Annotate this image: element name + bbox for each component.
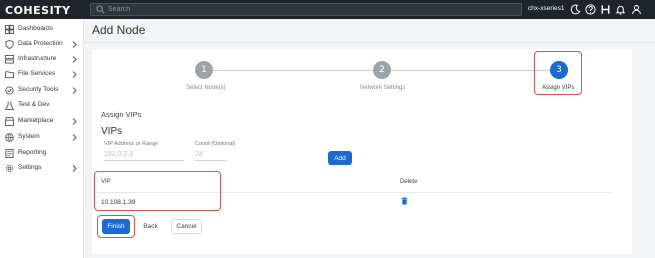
helios-icon[interactable] — [600, 4, 611, 15]
back-button[interactable]: Back — [137, 219, 164, 234]
divider — [84, 42, 655, 43]
infrastructure-icon — [5, 55, 14, 64]
sidebar-item-label: Settings — [18, 164, 42, 171]
sidebar-item-label: Test & Dev — [18, 101, 50, 108]
marketplace-icon — [5, 117, 14, 126]
reporting-icon — [5, 149, 14, 158]
section-subtitle: Assign VIPs — [101, 110, 142, 119]
search-input[interactable] — [108, 4, 508, 15]
vip-field-label: VIP Address or Range — [104, 141, 159, 147]
step-connector — [213, 70, 373, 71]
testdev-icon — [5, 101, 14, 110]
top-bar: COHESITY chx-xseries1 — [0, 0, 655, 19]
help-icon[interactable] — [585, 4, 596, 15]
step-connector — [391, 70, 550, 71]
search-icon — [96, 5, 105, 14]
sidebar-item-marketplace[interactable]: Marketplace — [0, 114, 84, 129]
sidebar-item-security-tools[interactable]: Security Tools — [0, 83, 84, 98]
sidebar-item-test-dev[interactable]: Test & Dev — [0, 98, 84, 113]
chevron-right-icon — [72, 134, 77, 141]
gear-icon — [5, 164, 14, 173]
sidebar-item-data-protection[interactable]: Data Protection — [0, 37, 84, 52]
chevron-right-icon — [72, 71, 77, 78]
security-icon — [5, 86, 14, 95]
search-box[interactable] — [90, 3, 522, 16]
highlight-box — [534, 51, 582, 95]
shield-icon — [5, 40, 14, 49]
chevron-right-icon — [72, 118, 77, 125]
sidebar-item-label: Marketplace — [18, 117, 54, 124]
page-title: Add Node — [92, 23, 146, 37]
chevron-right-icon — [72, 87, 77, 94]
chevron-right-icon — [72, 41, 77, 48]
sidebar-item-label: Data Protection — [18, 40, 63, 47]
step-1-circle[interactable]: 1 — [195, 61, 213, 79]
section-title: VIPs — [101, 126, 123, 137]
highlight-box — [97, 215, 135, 238]
bell-icon[interactable] — [615, 4, 626, 15]
sidebar-item-system[interactable]: System — [0, 130, 84, 145]
vip-address-input[interactable] — [104, 149, 184, 161]
highlight-box — [94, 171, 221, 211]
chevron-right-icon — [72, 165, 77, 172]
user-icon[interactable] — [631, 4, 642, 15]
sidebar-item-infrastructure[interactable]: Infrastructure — [0, 52, 84, 67]
column-header-delete: Delete — [400, 179, 418, 185]
dashboard-icon — [5, 25, 14, 34]
step-1-label: Select Node(s) — [186, 85, 226, 91]
sidebar-item-label: File Services — [18, 70, 56, 77]
count-field-label: Count (Optional) — [195, 141, 236, 147]
sidebar-item-settings[interactable]: Settings — [0, 161, 84, 176]
folder-icon — [5, 71, 14, 79]
sidebar-item-label: Reporting — [18, 149, 47, 156]
sidebar-item-dashboards[interactable]: Dashboards — [0, 22, 84, 37]
add-button[interactable]: Add — [328, 151, 352, 165]
chevron-right-icon — [72, 56, 77, 63]
cluster-name[interactable]: chx-xseries1 — [528, 5, 564, 12]
cohesity-logo[interactable]: COHESITY — [5, 4, 71, 17]
moon-icon[interactable] — [570, 4, 581, 15]
count-input[interactable] — [195, 149, 227, 161]
step-2-label: Network Settings — [360, 85, 406, 91]
cancel-button[interactable]: Cancel — [171, 219, 202, 234]
sidebar-item-label: Dashboards — [18, 25, 54, 32]
sidebar: Dashboards Data Protection Infrastructur… — [0, 19, 84, 258]
system-icon — [5, 133, 14, 142]
sidebar-item-label: Infrastructure — [18, 55, 57, 62]
sidebar-item-label: System — [18, 133, 40, 140]
sidebar-item-file-services[interactable]: File Services — [0, 67, 84, 82]
sidebar-item-reporting[interactable]: Reporting — [0, 146, 84, 161]
sidebar-item-label: Security Tools — [18, 86, 59, 93]
step-2-circle[interactable]: 2 — [373, 61, 391, 79]
delete-icon[interactable] — [401, 197, 408, 205]
